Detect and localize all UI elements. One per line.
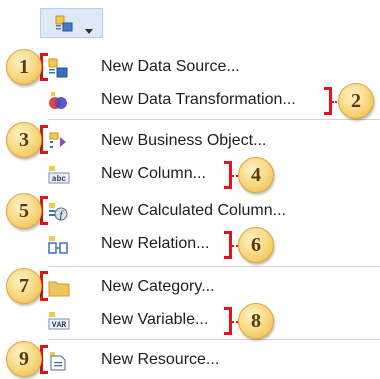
menu-item-label: New Relation... bbox=[101, 235, 210, 252]
callout-badge: 1 bbox=[6, 49, 42, 85]
svg-text:abc: abc bbox=[52, 175, 67, 184]
callout-number: 3 bbox=[19, 128, 29, 151]
resource-icon bbox=[48, 351, 68, 371]
menu-item-new-category[interactable]: New Category... bbox=[44, 270, 380, 305]
callout-number: 7 bbox=[19, 274, 29, 297]
category-folder-icon bbox=[48, 278, 70, 298]
chevron-down-icon bbox=[85, 21, 93, 39]
menu-item-label: New Resource... bbox=[101, 351, 220, 368]
menu-item-label: New Data Transformation... bbox=[101, 91, 296, 108]
callout-badge: 3 bbox=[6, 122, 42, 158]
annotation-bracket bbox=[224, 307, 232, 335]
annotation-bracket bbox=[224, 161, 232, 189]
menu-item-label: New Data Source... bbox=[101, 58, 240, 75]
callout-number: 5 bbox=[19, 199, 29, 222]
variable-icon: VAR bbox=[48, 311, 70, 331]
new-items-icon bbox=[54, 15, 74, 38]
annotation-bracket bbox=[224, 231, 232, 259]
svg-text:VAR: VAR bbox=[52, 321, 67, 330]
menu-item-new-calculated-column[interactable]: f New Calculated Column... bbox=[44, 194, 380, 229]
menu-item-new-column[interactable]: abc New Column... bbox=[44, 157, 380, 192]
menu-item-new-resource[interactable]: New Resource... bbox=[44, 343, 380, 378]
callout-badge: 9 bbox=[6, 341, 42, 377]
menu-separator bbox=[48, 339, 380, 340]
callout-badge: 5 bbox=[6, 193, 42, 229]
new-item-dropdown-button[interactable] bbox=[40, 8, 103, 38]
menu-item-new-relation[interactable]: New Relation... bbox=[44, 227, 380, 262]
column-abc-icon: abc bbox=[48, 165, 70, 185]
menu-item-label: New Variable... bbox=[101, 311, 209, 328]
menu-separator bbox=[48, 119, 380, 120]
menu-separator bbox=[48, 266, 380, 267]
annotation-bracket bbox=[324, 87, 332, 115]
callout-badge: 6 bbox=[238, 227, 274, 263]
menu-item-label: New Column... bbox=[101, 165, 206, 182]
callout-number: 6 bbox=[251, 233, 261, 256]
callout-badge: 8 bbox=[238, 303, 274, 339]
business-object-icon bbox=[48, 132, 68, 152]
data-source-icon bbox=[48, 58, 68, 78]
callout-badge: 4 bbox=[238, 157, 274, 193]
callout-badge: 7 bbox=[6, 268, 42, 304]
data-transformation-icon bbox=[48, 91, 68, 111]
menu-item-new-variable[interactable]: VAR New Variable... bbox=[44, 303, 380, 338]
callout-number: 9 bbox=[19, 347, 29, 370]
relation-icon bbox=[48, 235, 68, 255]
callout-badge: 2 bbox=[338, 83, 374, 119]
menu-item-new-business-object[interactable]: New Business Object... bbox=[44, 124, 380, 159]
callout-number: 8 bbox=[251, 309, 261, 332]
menu-item-label: New Category... bbox=[101, 278, 215, 295]
callout-number: 4 bbox=[251, 163, 261, 186]
menu-item-label: New Business Object... bbox=[101, 132, 267, 149]
callout-number: 1 bbox=[19, 55, 29, 78]
callout-number: 2 bbox=[351, 89, 361, 112]
menu-item-new-data-source[interactable]: New Data Source... bbox=[44, 50, 380, 85]
calculated-column-icon: f bbox=[48, 202, 68, 222]
menu-item-label: New Calculated Column... bbox=[101, 202, 286, 219]
